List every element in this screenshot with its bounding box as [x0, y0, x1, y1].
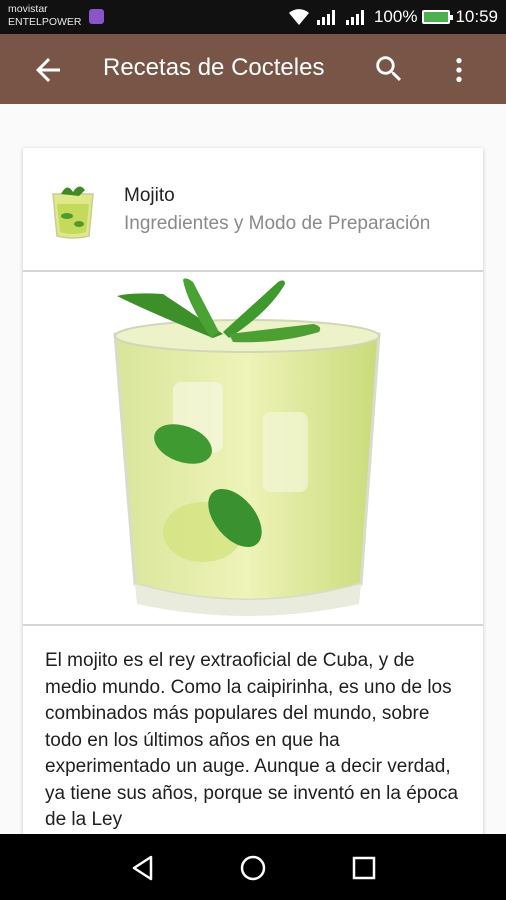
app-bar: Recetas de Cocteles	[0, 34, 506, 104]
recipe-title: Mojito	[124, 185, 175, 206]
card-header: Mojito Ingredientes y Modo de Preparació…	[23, 148, 483, 270]
status-bar: movistar ENTELPOWER 100% 10:59	[0, 0, 506, 34]
divider	[23, 624, 483, 626]
mojito-thumbnail-icon	[52, 186, 94, 239]
search-button[interactable]	[372, 52, 408, 88]
system-navigation-bar	[0, 834, 506, 900]
signal-icon	[316, 10, 335, 25]
status-icons: 100% 10:59	[287, 0, 498, 34]
back-button[interactable]	[30, 52, 66, 88]
overflow-menu-button[interactable]	[443, 52, 475, 88]
home-circle-icon	[240, 855, 266, 881]
recipe-card[interactable]: Mojito Ingredientes y Modo de Preparació…	[23, 148, 483, 834]
battery-percent: 100%	[373, 7, 418, 26]
more-vert-icon	[456, 58, 462, 82]
nav-recents-button[interactable]	[344, 848, 384, 888]
wifi-icon	[288, 9, 309, 25]
app-title: Recetas de Cocteles	[103, 54, 325, 81]
content-area[interactable]: Mojito Ingredientes y Modo de Preparació…	[0, 104, 506, 834]
back-triangle-icon	[132, 855, 153, 881]
recents-square-icon	[352, 856, 376, 880]
mojito-image	[23, 272, 483, 624]
clock: 10:59	[455, 7, 498, 26]
notification-app-icon	[89, 9, 104, 24]
nav-back-button[interactable]	[122, 848, 162, 888]
back-arrow-icon	[36, 58, 60, 82]
recipe-description: El mojito es el rey extraoficial de Cuba…	[45, 650, 459, 830]
search-icon	[376, 56, 402, 82]
carrier-label: movistar ENTELPOWER	[8, 3, 82, 29]
nav-home-button[interactable]	[233, 848, 273, 888]
signal-icon-2	[345, 10, 364, 25]
recipe-subtitle: Ingredientes y Modo de Preparación	[124, 213, 431, 234]
carrier-network: ENTELPOWER	[8, 16, 82, 28]
carrier-name: movistar	[8, 3, 48, 15]
battery-icon	[422, 10, 454, 24]
